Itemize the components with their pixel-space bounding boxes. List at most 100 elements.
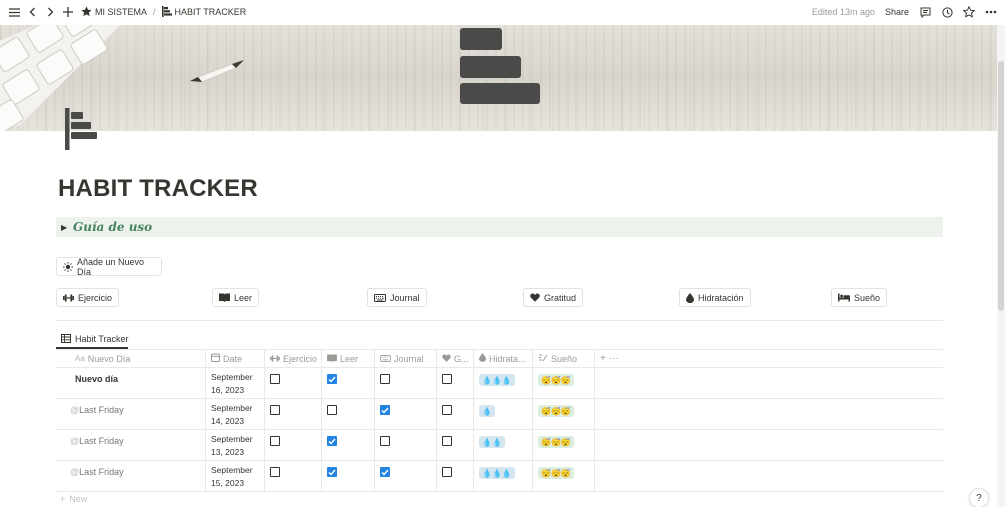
column-header-nuevo-dia[interactable]: Aa Nuevo Día	[56, 350, 206, 367]
sueno-cell[interactable]: 😴😴😴	[533, 430, 595, 460]
sueno-button[interactable]: Sueño	[831, 288, 888, 307]
dumbbell-icon	[270, 354, 280, 364]
help-button[interactable]: ?	[969, 488, 989, 507]
page-title[interactable]: HABIT TRACKER	[58, 175, 258, 203]
plus-icon[interactable]	[60, 4, 76, 20]
sueno-cell[interactable]: 😴😴😴	[533, 399, 595, 429]
hidratacion-cell[interactable]: 💧💧💧	[474, 368, 533, 398]
row-date[interactable]: September 16, 2023	[206, 368, 265, 398]
history-icon[interactable]	[939, 4, 955, 20]
gratitud-checkbox[interactable]	[442, 436, 452, 446]
leer-checkbox[interactable]	[327, 374, 337, 384]
sueno-cell[interactable]: 😴😴😴	[533, 368, 595, 398]
table-row[interactable]: @Last Friday September 14, 2023 💧 😴😴😴	[56, 399, 943, 430]
ejercicio-checkbox[interactable]	[270, 405, 280, 415]
scroll-thumb[interactable]	[998, 61, 1004, 311]
column-header-label: Sueño	[551, 353, 578, 364]
table-row[interactable]: Nuevo día September 16, 2023 💧💧💧 😴😴😴	[56, 368, 943, 399]
topbar: MI SISTEMA / HABIT TRACKER Edited 13m ag…	[0, 0, 1005, 24]
water-tag: 💧	[479, 405, 495, 417]
leer-button[interactable]: Leer	[212, 288, 260, 307]
droplet-icon	[686, 292, 694, 303]
table-row[interactable]: @Last Friday September 13, 2023 💧💧 😴😴😴	[56, 430, 943, 461]
ejercicio-checkbox[interactable]	[270, 374, 280, 384]
ejercicio-checkbox[interactable]	[270, 436, 280, 446]
column-header-hidratacion[interactable]: Hidrata...	[474, 350, 533, 367]
column-header-ejercicio[interactable]: Ejercicio	[265, 350, 322, 367]
row-title[interactable]: @Last Friday	[56, 461, 206, 491]
hidratacion-button[interactable]: Hidratación	[679, 288, 751, 307]
row-title[interactable]: Nuevo día	[56, 368, 206, 398]
gratitud-checkbox[interactable]	[442, 467, 452, 477]
journal-checkbox[interactable]	[380, 467, 390, 477]
column-actions: + ···	[595, 350, 943, 367]
breadcrumb-item-habit-tracker[interactable]: HABIT TRACKER	[159, 5, 250, 19]
row-title[interactable]: @Last Friday	[56, 399, 206, 429]
pen-image	[190, 60, 244, 83]
add-new-day-button[interactable]: Añade un Nuevo Día	[56, 257, 162, 277]
ejercicio-button[interactable]: Ejercicio	[56, 288, 120, 307]
row-title[interactable]: @Last Friday	[56, 430, 206, 460]
gratitud-checkbox[interactable]	[442, 405, 452, 415]
journal-checkbox[interactable]	[380, 374, 390, 384]
gratitud-button[interactable]: Gratitud	[523, 288, 584, 307]
forward-icon[interactable]	[42, 4, 58, 20]
page-icon[interactable]	[62, 108, 102, 152]
keyboard-icon	[380, 354, 391, 364]
scrollbar[interactable]	[997, 25, 1005, 507]
ejercicio-cell	[265, 368, 322, 398]
journal-label: Journal	[390, 292, 420, 303]
gratitud-cell	[437, 368, 474, 398]
column-header-sueno[interactable]: Sueño	[533, 350, 595, 367]
ejercicio-checkbox[interactable]	[270, 467, 280, 477]
view-tab-habit-tracker[interactable]: Habit Tracker	[56, 330, 134, 348]
hidratacion-cell[interactable]: 💧	[474, 399, 533, 429]
column-header-journal[interactable]: Journal	[375, 350, 437, 367]
column-header-label: Nuevo Día	[87, 353, 131, 364]
column-more-button[interactable]: ···	[609, 353, 619, 364]
dumbbell-icon	[63, 294, 74, 302]
sleep-tag: 😴😴😴	[538, 436, 574, 448]
breadcrumb-item-mi-sistema[interactable]: MI SISTEMA	[78, 5, 150, 19]
share-button[interactable]: Share	[885, 7, 909, 17]
add-column-button[interactable]: +	[600, 353, 606, 364]
menu-icon[interactable]	[6, 4, 22, 20]
column-header-date[interactable]: Date	[206, 350, 265, 367]
heart-icon	[442, 353, 451, 364]
more-icon[interactable]	[983, 4, 999, 20]
favorite-star-icon[interactable]	[961, 4, 977, 20]
date-line: September	[211, 465, 253, 475]
empty-cell	[595, 461, 943, 491]
journal-checkbox[interactable]	[380, 405, 390, 415]
journal-button[interactable]: Journal	[367, 288, 427, 307]
hidratacion-cell[interactable]: 💧💧	[474, 430, 533, 460]
row-date[interactable]: September 15, 2023	[206, 461, 265, 491]
mention-at: @	[70, 405, 80, 415]
sueno-cell[interactable]: 😴😴😴	[533, 461, 595, 491]
date-line: 16, 2023	[211, 384, 245, 395]
back-icon[interactable]	[24, 4, 40, 20]
leer-checkbox[interactable]	[327, 467, 337, 477]
leer-checkbox[interactable]	[327, 436, 337, 446]
gratitud-cell	[437, 399, 474, 429]
ejercicio-label: Ejercicio	[78, 292, 113, 303]
formula-icon	[538, 354, 548, 364]
row-date[interactable]: September 13, 2023	[206, 430, 265, 460]
row-date[interactable]: September 14, 2023	[206, 399, 265, 429]
date-line: 15, 2023	[211, 477, 245, 488]
guide-toggle[interactable]: ▶ Guía de uso	[56, 217, 943, 237]
gratitud-checkbox[interactable]	[442, 374, 452, 384]
leer-checkbox[interactable]	[327, 405, 337, 415]
journal-checkbox[interactable]	[380, 436, 390, 446]
hidratacion-cell[interactable]: 💧💧💧	[474, 461, 533, 491]
edited-timestamp: Edited 13m ago	[811, 7, 875, 17]
column-header-leer[interactable]: Leer	[322, 350, 375, 367]
new-row-button[interactable]: + New	[56, 492, 943, 506]
column-header-label: Hidrata...	[489, 353, 526, 364]
table-row[interactable]: @Last Friday September 15, 2023 💧💧💧 😴😴😴	[56, 461, 943, 492]
keyboard-icon	[374, 293, 386, 302]
toggle-arrow-icon[interactable]: ▶	[61, 223, 73, 232]
column-header-gratitud[interactable]: G...	[437, 350, 474, 367]
comment-icon[interactable]	[917, 4, 933, 20]
water-tag: 💧💧	[479, 436, 505, 448]
